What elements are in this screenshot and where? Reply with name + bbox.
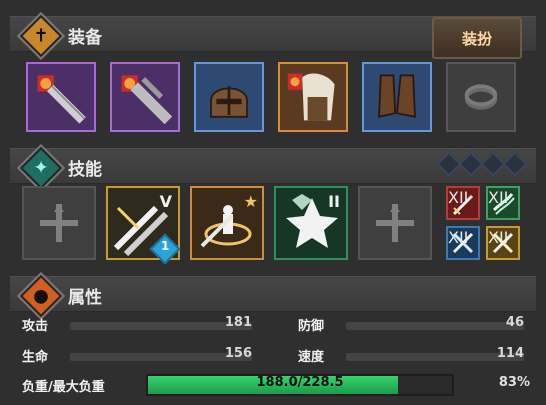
speed-stat: 速度 114: [298, 346, 524, 365]
weight-value: 188.0/228.5: [256, 375, 344, 390]
defense-stat: 防御 46: [298, 315, 524, 334]
helmet-slot[interactable]: [194, 62, 264, 132]
red-blade-icon: [452, 194, 474, 216]
offhand-slot[interactable]: [110, 62, 180, 132]
skill-points: [436, 151, 528, 177]
sword-item-icon: [37, 75, 86, 124]
star-icon: ✦: [16, 143, 66, 193]
armor-slot[interactable]: [278, 62, 348, 132]
skill-point-diamond-icon: [502, 151, 528, 177]
mini-green-skill[interactable]: XII: [486, 186, 520, 220]
skill-burst-ii[interactable]: II: [274, 186, 348, 260]
skill-summon-star[interactable]: ★: [190, 186, 264, 260]
empty-skill-cross-icon: [40, 204, 78, 242]
attack-stat: 攻击 181: [22, 315, 252, 334]
boots-item-icon: [378, 74, 416, 118]
stat-row-1: 攻击 181 防御 46: [10, 315, 536, 334]
attributes-title: 属性: [68, 288, 102, 308]
dress-button[interactable]: 装扮: [432, 17, 522, 59]
skill-empty-right[interactable]: [358, 186, 432, 260]
mini-gold-skill[interactable]: XII: [486, 226, 520, 260]
hp-stat: 生命 156: [22, 346, 252, 365]
equipment-title: 装备: [68, 28, 102, 48]
ring-icon: [464, 84, 498, 110]
weapon-slot[interactable]: [26, 62, 96, 132]
skill-slash-v[interactable]: V 1: [106, 186, 181, 265]
weight-label: 负重/最大负重: [22, 380, 105, 395]
equipment-header: ✝ 装备 装扮: [10, 11, 536, 61]
boots-slot[interactable]: [362, 62, 432, 132]
stat-row-2: 生命 156 速度 114: [10, 346, 536, 365]
blue-crossed-swords-icon: [452, 232, 474, 254]
cross-icon: ✝: [16, 11, 66, 61]
blade-item-icon: [121, 75, 172, 124]
helmet-item-icon: [210, 86, 248, 118]
skills-title: 技能: [68, 160, 102, 180]
fur-cloak-icon: [287, 73, 335, 121]
empty-skill-cross-icon: [376, 204, 414, 242]
weight-percent: 83%: [498, 375, 530, 390]
star-icon: ★: [243, 192, 258, 211]
character-panel: ✝ 装备 装扮 ✦ 技能 V 1 ★ II XII XII ● 属性 攻击 18…: [0, 0, 546, 405]
mini-blue-skill[interactable]: XII: [446, 226, 480, 260]
skill-empty-left[interactable]: [22, 186, 96, 260]
weight-progress-bar: 188.0/228.5: [146, 374, 454, 396]
green-claw-icon: [492, 193, 515, 215]
mini-red-skill[interactable]: XII: [446, 186, 480, 220]
person-icon: ●: [16, 271, 66, 321]
gold-crossed-swords-icon: [492, 232, 514, 254]
ring-slot[interactable]: [446, 62, 516, 132]
attributes-header: ● 属性: [10, 271, 536, 321]
